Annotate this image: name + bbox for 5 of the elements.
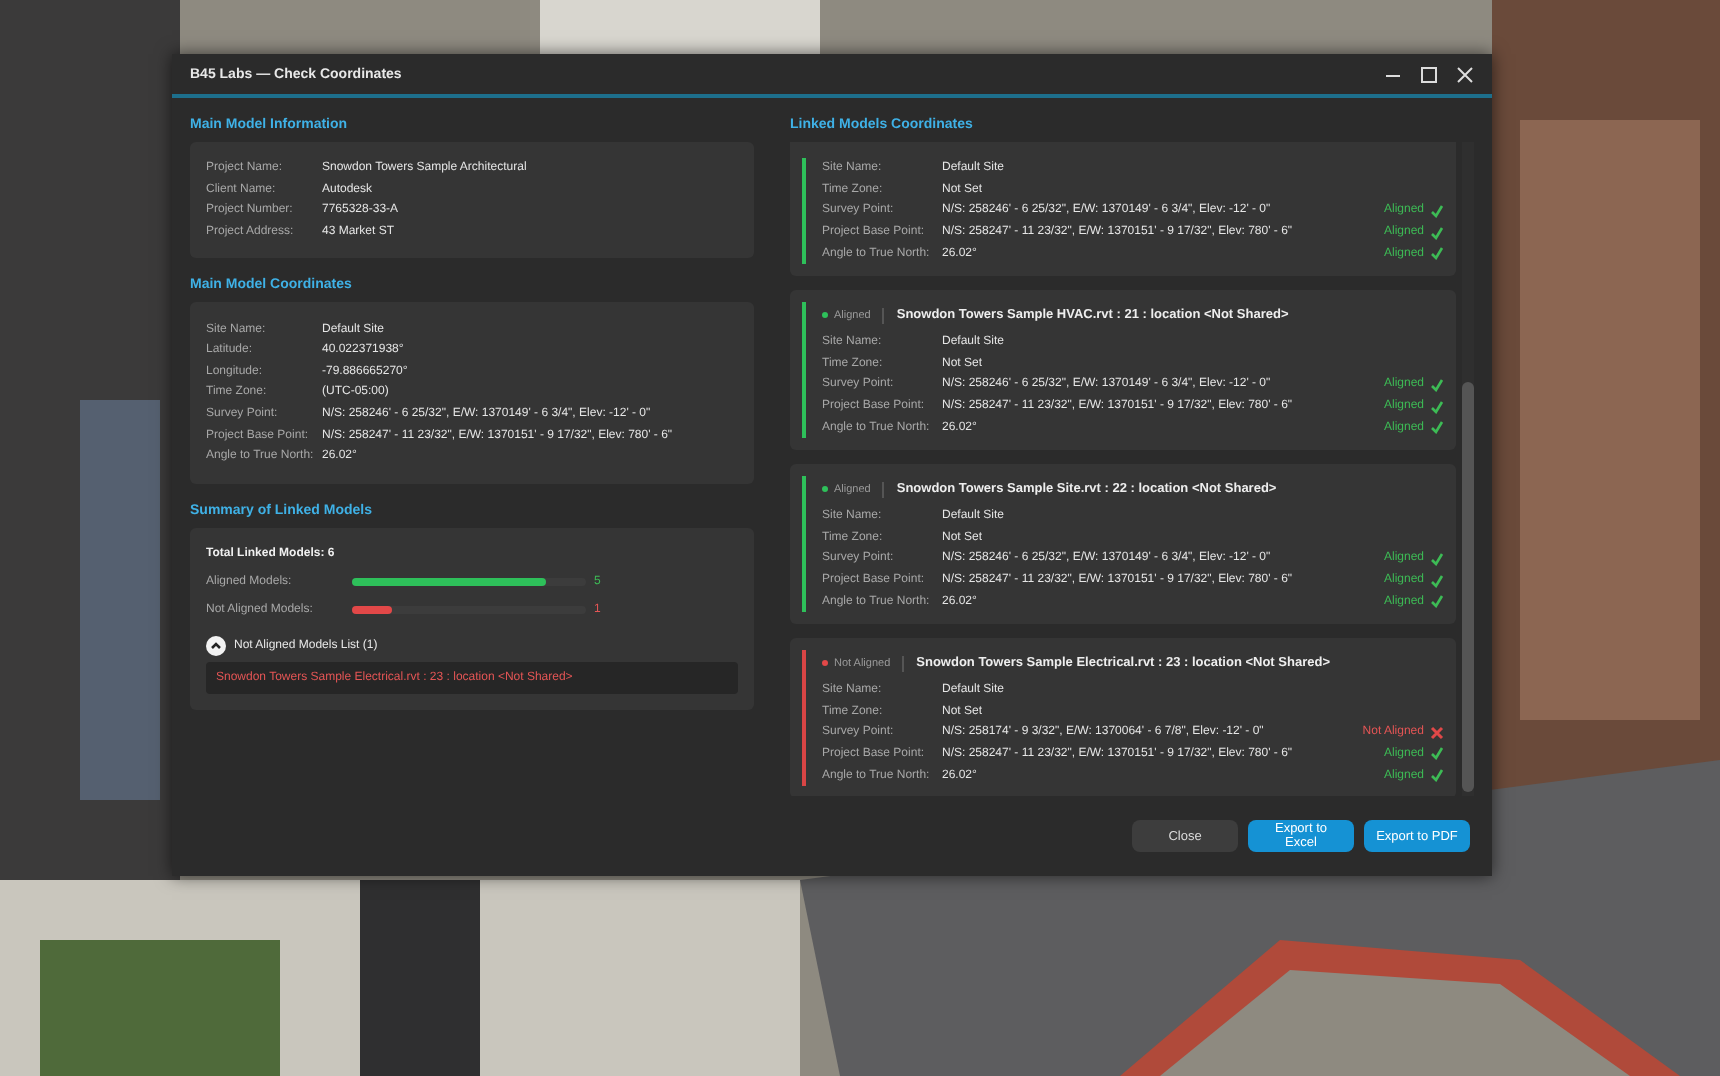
scrollbar[interactable] [1462, 142, 1474, 796]
collapse-icon[interactable] [206, 635, 226, 656]
close-icon[interactable] [1456, 65, 1474, 83]
scrollbar-thumb[interactable] [1462, 382, 1474, 792]
maximize-icon[interactable] [1420, 65, 1438, 83]
